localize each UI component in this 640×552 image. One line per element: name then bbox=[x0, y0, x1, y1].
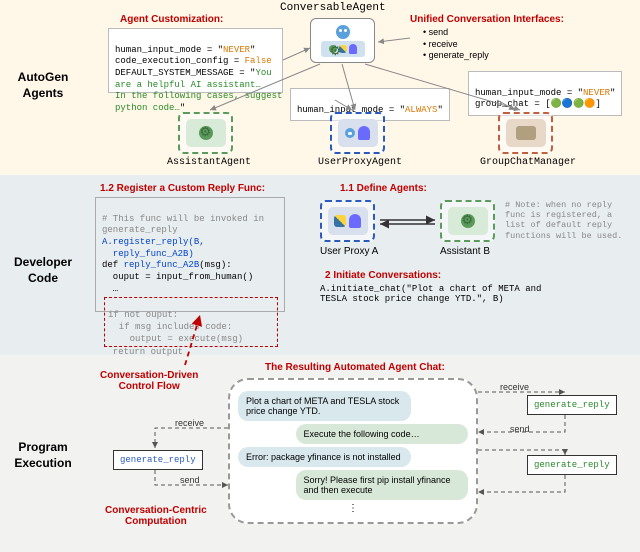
customization-label: Agent Customization: bbox=[120, 14, 223, 25]
person-icon bbox=[349, 214, 361, 228]
groupchat-box bbox=[498, 112, 553, 154]
receive-right-label: receive bbox=[500, 382, 529, 392]
receive-left-label: receive bbox=[175, 418, 204, 428]
conversable-title: ConversableAgent bbox=[280, 2, 386, 14]
userproxy-agent-box bbox=[330, 112, 385, 154]
gen-reply-left: generate_reply bbox=[113, 450, 203, 470]
note-text: # Note: when no reply func is registered… bbox=[505, 200, 625, 241]
interface-list: send receive generate_reply bbox=[415, 27, 489, 62]
initiate-label: 2 Initiate Conversations: bbox=[325, 270, 441, 281]
send-right-label: send bbox=[510, 424, 530, 434]
groupchat-label: GroupChatManager bbox=[480, 157, 576, 168]
gear-icon bbox=[461, 214, 475, 228]
code-box-customization: human_input_mode = "NEVER" code_executio… bbox=[108, 28, 283, 93]
python-icon bbox=[334, 215, 346, 227]
section-label-agents: AutoGen Agents bbox=[8, 70, 78, 101]
gear-icon bbox=[329, 45, 337, 53]
gear-icon bbox=[199, 126, 213, 140]
gen-reply-r1: generate_reply bbox=[527, 395, 617, 415]
chat-msg-4: Sorry! Please first pip install yfinance… bbox=[296, 470, 469, 500]
chat-msg-2: Execute the following code… bbox=[296, 424, 469, 444]
reply-func-code: # This func will be invoked in generate_… bbox=[95, 197, 285, 312]
user-proxy-a-box bbox=[320, 200, 375, 242]
section-label-exec: Program Execution bbox=[8, 440, 78, 471]
assistant-agent-label: AssistantAgent bbox=[167, 157, 251, 168]
conversable-agent-box bbox=[310, 18, 375, 63]
robot-icon bbox=[336, 25, 350, 39]
code-groupchat: human_input_mode = "NEVER" group_chat = … bbox=[468, 71, 622, 116]
register-label: 1.2 Register a Custom Reply Func: bbox=[100, 183, 265, 194]
exec-title: The Resulting Automated Agent Chat: bbox=[265, 362, 445, 373]
chat-container: Plot a chart of META and TESLA stock pri… bbox=[228, 378, 478, 524]
assistant-agent-box bbox=[178, 112, 233, 154]
control-flow-label: Conversation-Driven Control Flow bbox=[100, 370, 198, 392]
group-icon bbox=[516, 126, 536, 140]
assistant-b-label: Assistant B bbox=[440, 246, 490, 257]
person-icon bbox=[358, 126, 370, 140]
user-proxy-a-label: User Proxy A bbox=[320, 246, 378, 257]
unified-label: Unified Conversation Interfaces: bbox=[410, 14, 564, 25]
section-label-dev: Developer Code bbox=[8, 255, 78, 286]
userproxy-agent-label: UserProxyAgent bbox=[318, 157, 402, 168]
robot-icon bbox=[345, 128, 355, 138]
initiate-code: A.initiate_chat("Plot a chart of META an… bbox=[320, 284, 541, 304]
assistant-b-box bbox=[440, 200, 495, 242]
define-label: 1.1 Define Agents: bbox=[340, 183, 427, 194]
computation-label: Conversation-Centric Computation bbox=[105, 505, 207, 527]
chat-msg-1: Plot a chart of META and TESLA stock pri… bbox=[238, 391, 411, 421]
person-icon bbox=[349, 44, 357, 54]
send-left-label: send bbox=[180, 475, 200, 485]
gen-reply-r2: generate_reply bbox=[527, 455, 617, 475]
chat-msg-3: Error: package yfinance is not installed bbox=[238, 447, 411, 467]
